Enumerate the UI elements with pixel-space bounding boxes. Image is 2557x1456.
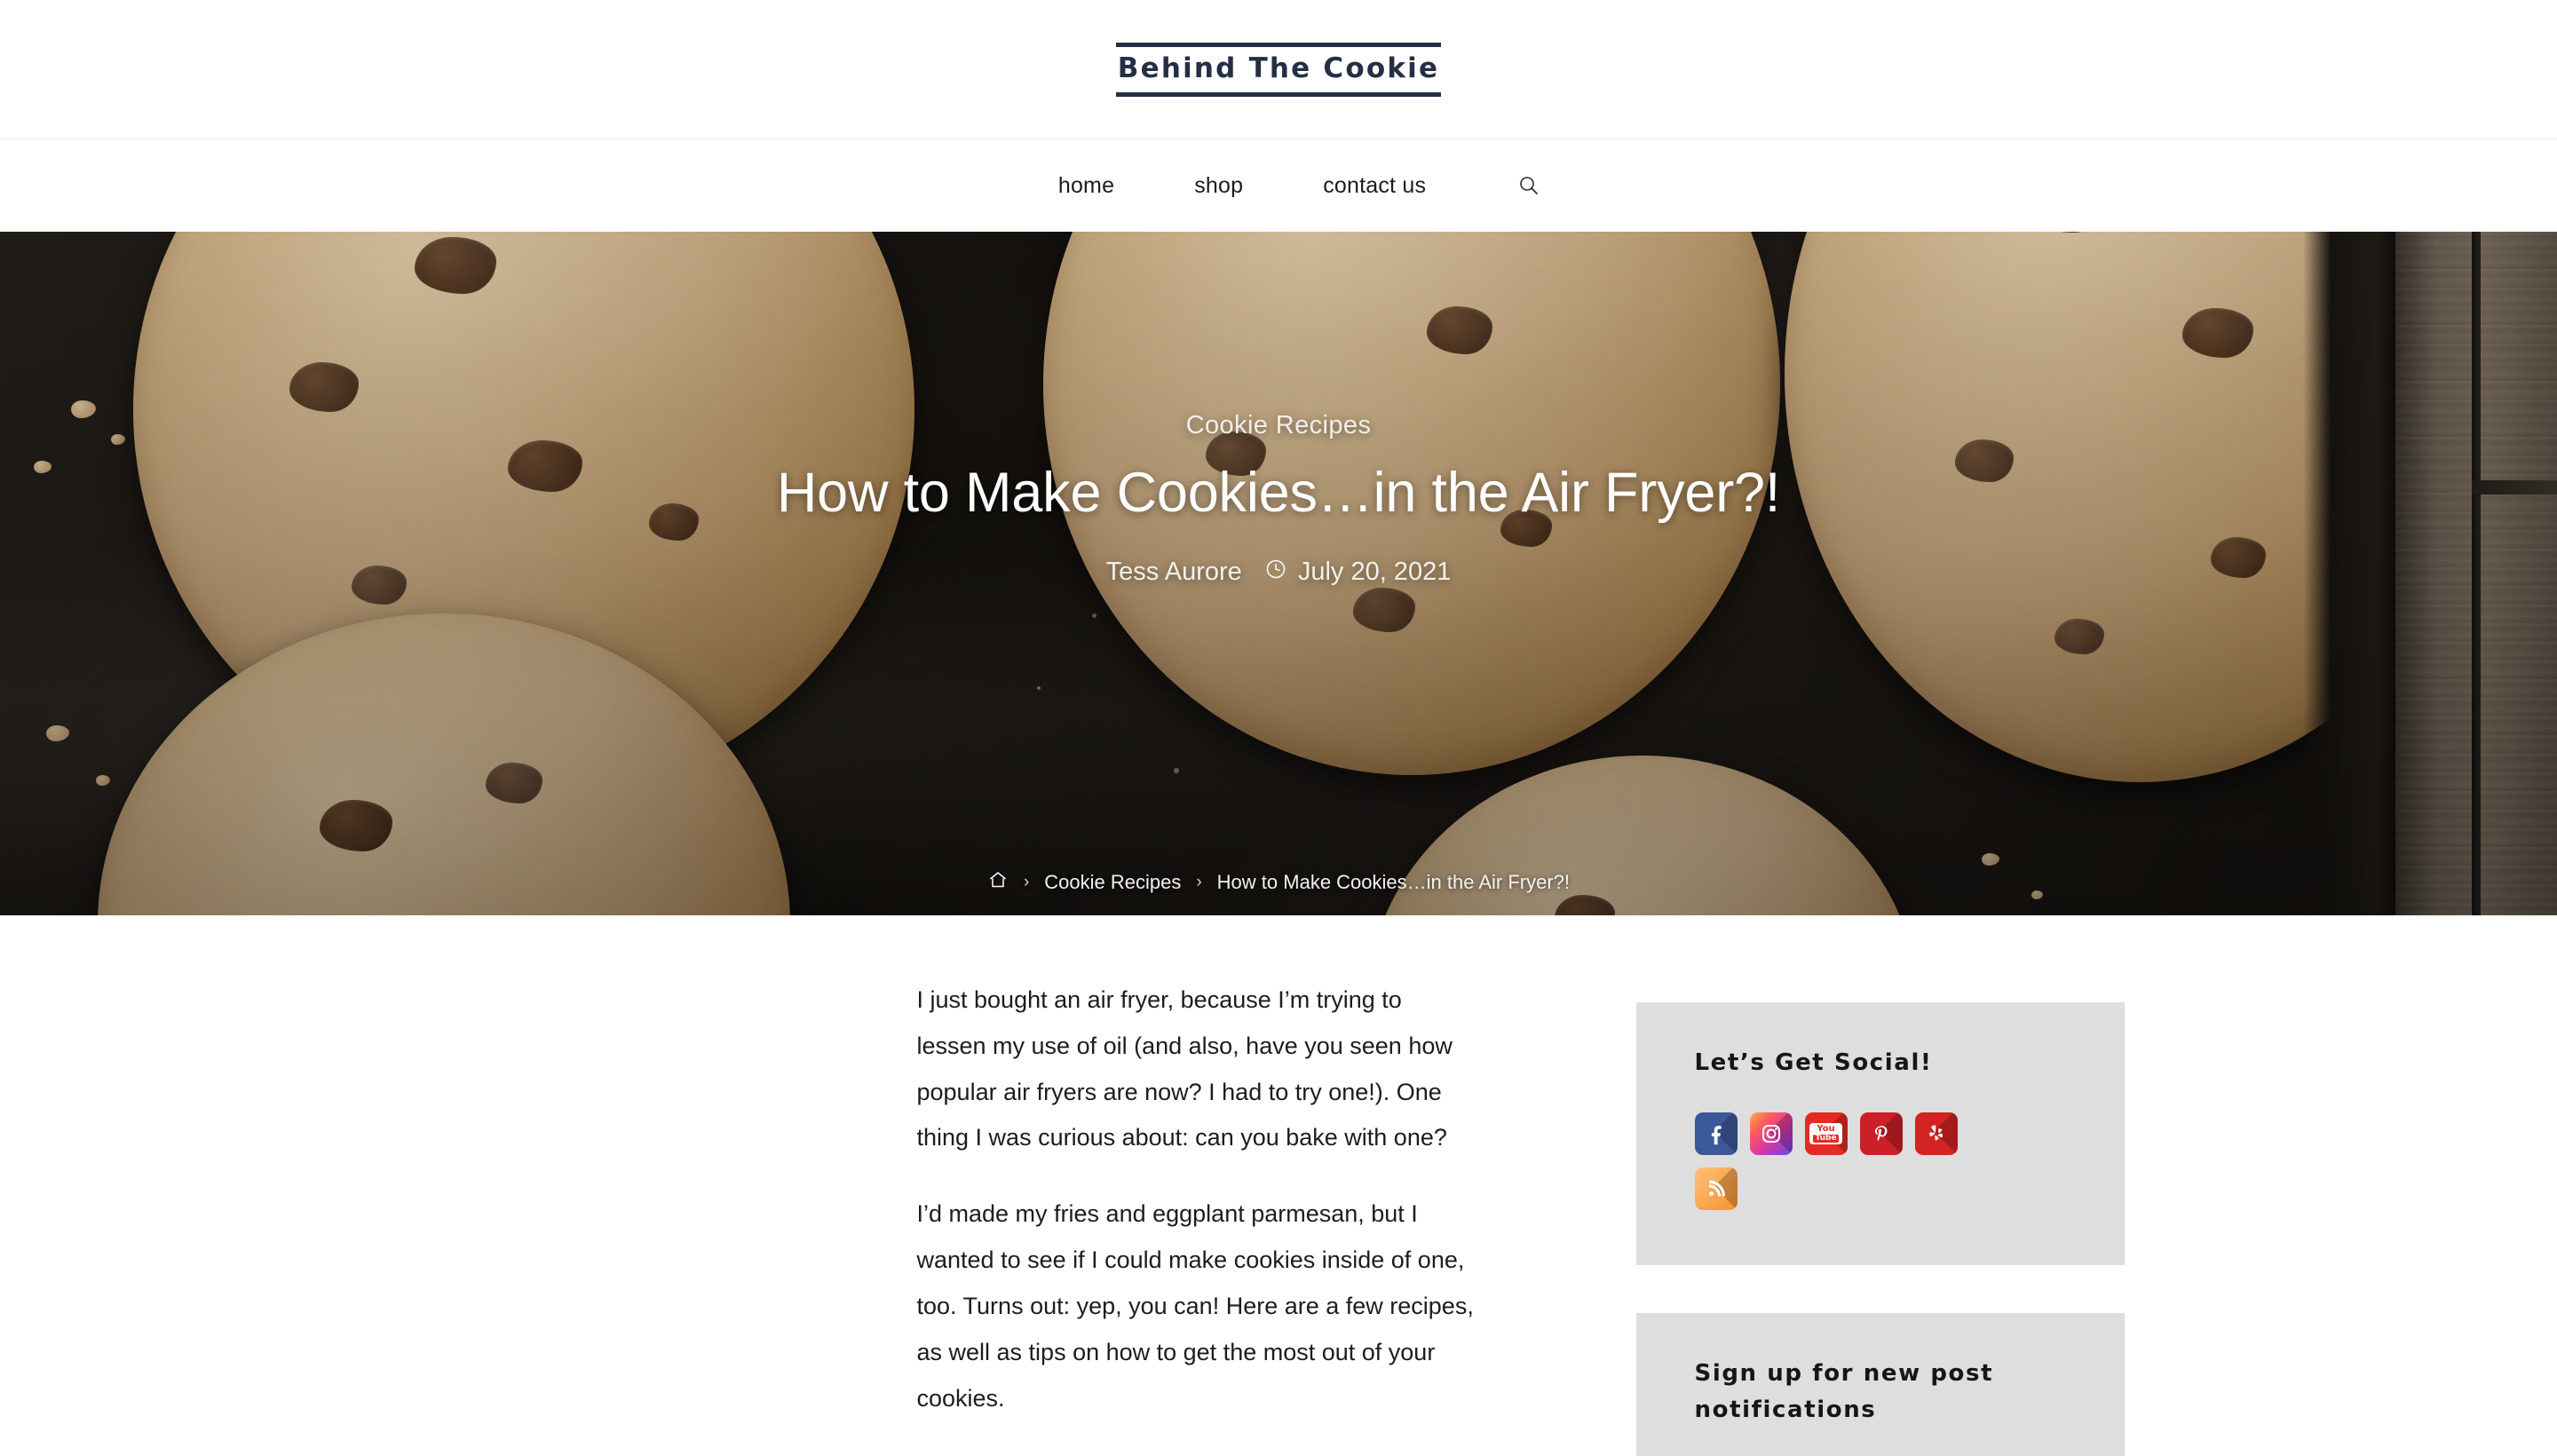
- site-title[interactable]: Behind The Cookie: [1115, 42, 1442, 97]
- pinterest-icon[interactable]: [1859, 1112, 1903, 1156]
- instagram-icon[interactable]: [1749, 1112, 1793, 1156]
- site-header: Behind The Cookie: [0, 0, 2557, 139]
- post-title: How to Make Cookies…in the Air Fryer?!: [776, 462, 1781, 524]
- widget-title-social: Let’s Get Social!: [1694, 1049, 1933, 1076]
- page-body: I just bought an air fryer, because I’m …: [0, 915, 2557, 1456]
- search-icon[interactable]: [1466, 176, 1539, 195]
- breadcrumb-separator: ›: [1196, 873, 1202, 891]
- main-navigation: home shop contact us: [0, 139, 2557, 232]
- rss-icon[interactable]: [1694, 1167, 1738, 1211]
- article-paragraph: I just bought an air fryer, because I’m …: [916, 986, 1453, 1151]
- home-icon[interactable]: [987, 869, 1009, 896]
- facebook-icon[interactable]: [1694, 1112, 1738, 1156]
- widget-social: Let’s Get Social! You Tube: [1635, 1002, 2125, 1266]
- widget-signup: Sign up for new post notifications: [1635, 1313, 2125, 1456]
- clock-icon: [1265, 558, 1286, 587]
- nav-item-contact-us[interactable]: contact us: [1283, 173, 1466, 199]
- post-meta: Tess Aurore July 20, 2021: [1106, 558, 1452, 587]
- yelp-icon[interactable]: [1914, 1112, 1958, 1156]
- content-column: I just bought an air fryer, because I’m …: [433, 977, 1476, 1456]
- breadcrumb-separator: ›: [1023, 873, 1030, 891]
- sidebar: Let’s Get Social! You Tube Sign up for n…: [1635, 977, 2125, 1456]
- post-date: July 20, 2021: [1265, 558, 1452, 587]
- post-date-text: July 20, 2021: [1297, 558, 1452, 587]
- breadcrumb: › Cookie Recipes › How to Make Cookies…i…: [0, 869, 2557, 896]
- breadcrumb-item-current: How to Make Cookies…in the Air Fryer?!: [1216, 871, 1571, 893]
- widget-title-signup: Sign up for new post notifications: [1694, 1360, 1994, 1423]
- hero-category-link[interactable]: Cookie Recipes: [1186, 411, 1372, 440]
- post-author[interactable]: Tess Aurore: [1106, 558, 1242, 587]
- article-paragraph: I’d made my fries and eggplant parmesan,…: [916, 1200, 1474, 1412]
- hero-content: Cookie Recipes How to Make Cookies…in th…: [0, 232, 2557, 915]
- nav-item-home[interactable]: home: [1018, 173, 1154, 199]
- breadcrumb-item-category[interactable]: Cookie Recipes: [1044, 871, 1181, 894]
- nav-item-shop[interactable]: shop: [1154, 173, 1283, 199]
- article: I just bought an air fryer, because I’m …: [917, 977, 1476, 1456]
- hero-banner: Cookie Recipes How to Make Cookies…in th…: [0, 232, 2557, 915]
- social-icon-list: You Tube: [1694, 1112, 1961, 1211]
- youtube-icon[interactable]: You Tube: [1804, 1112, 1848, 1156]
